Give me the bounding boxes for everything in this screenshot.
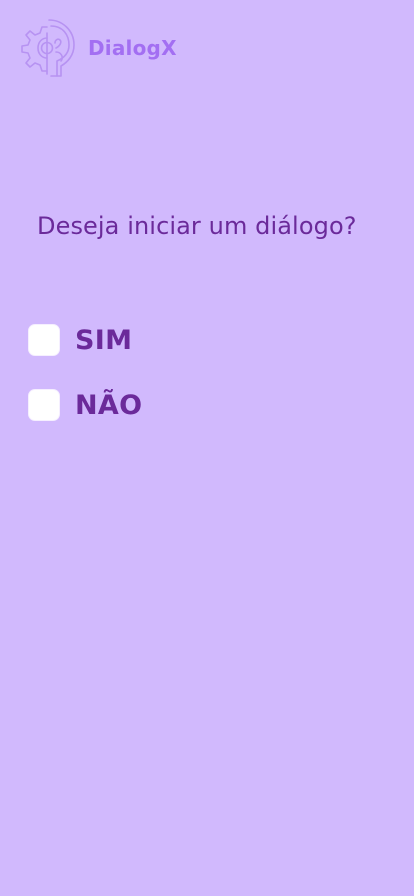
app-header: DialogX <box>18 18 177 78</box>
brain-gear-logo-icon <box>21 19 75 77</box>
no-checkbox[interactable] <box>28 389 60 421</box>
option-yes[interactable]: SIM <box>28 323 142 357</box>
no-label: NÃO <box>75 389 143 421</box>
option-no[interactable]: NÃO <box>28 388 142 422</box>
yes-checkbox[interactable] <box>28 324 60 356</box>
answer-options: SIM NÃO <box>28 323 142 422</box>
dialog-start-screen: DialogX Deseja iniciar um diálogo? SIM N… <box>0 0 414 896</box>
dialog-question: Deseja iniciar um diálogo? <box>37 212 357 240</box>
app-name: DialogX <box>88 36 177 60</box>
yes-label: SIM <box>75 324 133 356</box>
